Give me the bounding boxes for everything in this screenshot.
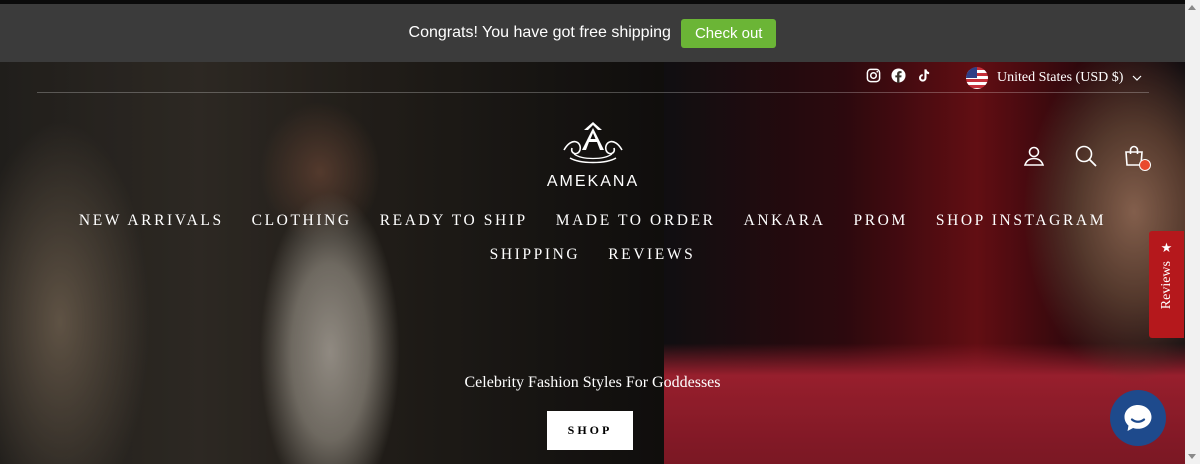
announcement-text: Congrats! You have got free shipping [408, 24, 671, 41]
account-icon[interactable] [1022, 144, 1046, 168]
logo-crest-icon [560, 122, 626, 170]
scroll-down-arrow-icon[interactable] [1188, 454, 1196, 459]
currency-selector[interactable]: United States (USD $) [966, 67, 1142, 89]
search-icon[interactable] [1074, 144, 1098, 168]
cart-badge [1139, 159, 1151, 171]
utility-divider [37, 92, 1149, 93]
currency-label: United States (USD $) [997, 70, 1124, 85]
scroll-up-arrow-icon[interactable] [1188, 5, 1196, 10]
reviews-tab[interactable]: ★ Reviews [1149, 231, 1184, 338]
page-scrollbar[interactable] [1185, 0, 1200, 464]
nav-item-ankara[interactable]: ANKARA [730, 204, 840, 238]
nav-item-shop-instagram[interactable]: SHOP INSTAGRAM [922, 204, 1120, 238]
chevron-down-icon [1132, 75, 1142, 81]
chat-bubble-icon [1124, 405, 1152, 431]
nav-item-prom[interactable]: PROM [840, 204, 922, 238]
brand-logo[interactable]: AMEKANA [545, 120, 641, 191]
brand-name: AMEKANA [546, 173, 640, 190]
nav-row-primary: NEW ARRIVALS CLOTHING READY TO SHIP MADE… [0, 204, 1185, 238]
star-icon: ★ [1160, 240, 1173, 255]
checkout-button[interactable]: Check out [680, 18, 777, 48]
shop-button[interactable]: SHOP [547, 411, 633, 450]
announcement-bar: Congrats! You have got free shipping Che… [0, 4, 1185, 62]
nav-item-made-to-order[interactable]: MADE TO ORDER [542, 204, 730, 238]
nav-item-clothing[interactable]: CLOTHING [238, 204, 366, 238]
cart-icon[interactable] [1122, 144, 1151, 171]
facebook-icon[interactable] [891, 68, 906, 83]
social-links [866, 68, 931, 83]
main-navigation: NEW ARRIVALS CLOTHING READY TO SHIP MADE… [0, 204, 1185, 272]
tiktok-icon[interactable] [916, 68, 931, 83]
nav-item-shipping[interactable]: SHIPPING [476, 238, 595, 272]
reviews-tab-label: Reviews [1158, 261, 1174, 310]
chat-button[interactable] [1110, 390, 1166, 446]
us-flag-icon [966, 67, 988, 89]
hero-tagline: Celebrity Fashion Styles For Goddesses [464, 374, 721, 391]
nav-item-new-arrivals[interactable]: NEW ARRIVALS [65, 204, 238, 238]
nav-item-reviews[interactable]: REVIEWS [594, 238, 709, 272]
nav-row-secondary: SHIPPING REVIEWS [0, 238, 1185, 272]
hero-banner: United States (USD $) AMEKANA NEW ARRIVA… [0, 62, 1185, 464]
nav-item-ready-to-ship[interactable]: READY TO SHIP [366, 204, 542, 238]
instagram-icon[interactable] [866, 68, 881, 83]
